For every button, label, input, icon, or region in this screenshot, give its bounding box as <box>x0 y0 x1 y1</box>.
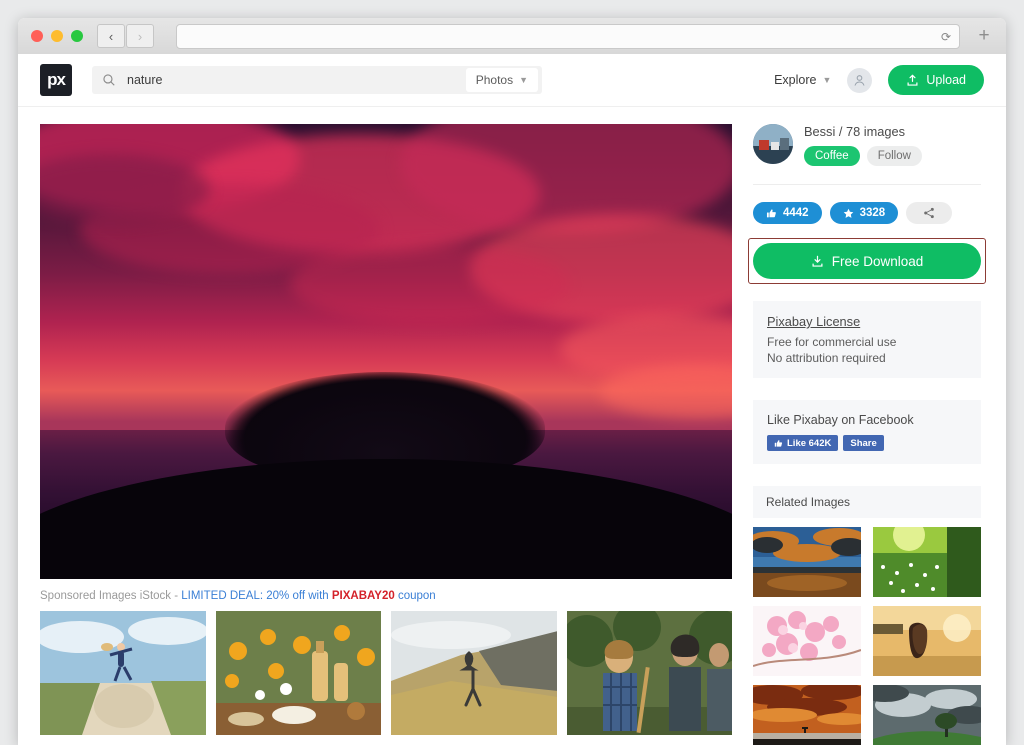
close-window-button[interactable] <box>31 30 43 42</box>
chevron-down-icon: ▼ <box>822 75 832 85</box>
yoga-pose-on-hillside-image <box>391 611 557 735</box>
zoom-window-button[interactable] <box>71 30 83 42</box>
like-count: 4442 <box>783 207 809 219</box>
herbal-oils-and-flowers-image <box>215 611 381 735</box>
deal-suffix: coupon <box>394 590 436 602</box>
explore-label: Explore <box>774 73 817 87</box>
minimize-window-button[interactable] <box>51 30 63 42</box>
upload-button[interactable]: Upload <box>888 65 984 95</box>
related-thumb[interactable] <box>753 685 861 745</box>
sponsored-thumb[interactable] <box>566 611 732 735</box>
facebook-buttons: Like 642K Share <box>767 435 967 451</box>
license-line-2: No attribution required <box>767 351 886 365</box>
explore-menu[interactable]: Explore ▼ <box>774 73 831 87</box>
lone-tree-stormy-sky-image <box>873 685 981 745</box>
follow-button[interactable]: Follow <box>866 146 922 166</box>
sponsored-caption: Sponsored Images iStock - LIMITED DEAL: … <box>40 590 732 602</box>
search-icon <box>103 74 115 86</box>
image-stats: 4442 3328 <box>753 202 981 224</box>
share-icon <box>924 207 934 219</box>
pink-cherry-blossom-image <box>753 606 861 676</box>
pixabay-page: px Photos ▼ Explore ▼ <box>18 54 1006 745</box>
browser-window: ‹ › ⟳ + px Photos ▼ <box>18 18 1006 745</box>
search-bar[interactable]: Photos ▼ <box>92 66 542 94</box>
chevron-down-icon: ▼ <box>519 75 528 85</box>
related-thumb[interactable] <box>753 527 861 597</box>
facebook-panel: Like Pixabay on Facebook Like 642K Share <box>753 400 981 464</box>
uploader-avatar-image <box>753 124 793 164</box>
share-button[interactable] <box>906 202 953 224</box>
license-link[interactable]: Pixabay License <box>767 314 967 329</box>
uploader-name[interactable]: Bessi / 78 images <box>804 124 922 139</box>
woman-jumping-on-beach-path-image <box>40 611 206 735</box>
address-bar[interactable]: ⟳ <box>176 24 960 49</box>
reload-icon[interactable]: ⟳ <box>941 30 951 44</box>
user-icon <box>854 74 865 86</box>
facebook-like-label: Like 642K <box>787 437 832 449</box>
favorite-count: 3328 <box>859 207 886 219</box>
sponsored-thumb[interactable] <box>391 611 557 735</box>
daisy-meadow-sunlight-image <box>873 527 981 597</box>
media-type-label: Photos <box>475 73 514 87</box>
thumbs-up-icon <box>774 439 783 447</box>
sidebar: Bessi / 78 images Coffee Follow 4442 332… <box>748 124 986 745</box>
header-actions: Explore ▼ Upload <box>774 65 984 95</box>
site-header: px Photos ▼ Explore ▼ <box>18 54 1006 107</box>
children-hiking-in-forest-image <box>566 611 732 735</box>
facebook-title: Like Pixabay on Facebook <box>767 413 914 427</box>
related-images-title: Related Images <box>753 486 981 518</box>
highlight-box <box>748 238 986 284</box>
sponsored-thumb[interactable] <box>215 611 381 735</box>
media-type-filter[interactable]: Photos ▼ <box>465 68 538 92</box>
back-button[interactable]: ‹ <box>97 24 125 48</box>
deal-text: LIMITED DEAL: 20% off with <box>181 590 332 602</box>
related-thumb[interactable] <box>753 606 861 676</box>
desktop-background: ‹ › ⟳ + px Photos ▼ <box>0 0 1024 745</box>
orange-cloudy-sunset-image <box>753 685 861 745</box>
uploader-actions: Coffee Follow <box>804 146 922 166</box>
divider <box>753 184 981 185</box>
star-icon <box>843 208 853 218</box>
thumbs-up-icon <box>766 208 776 217</box>
woman-in-golden-field-image <box>873 606 981 676</box>
related-thumb[interactable] <box>873 685 981 745</box>
favorite-button[interactable]: 3328 <box>829 202 899 224</box>
forward-button[interactable]: › <box>126 24 154 48</box>
uploader-text: Bessi / 78 images Coffee Follow <box>804 124 922 166</box>
golden-lake-sunset-image <box>753 527 861 597</box>
account-avatar[interactable] <box>847 67 873 93</box>
sponsored-thumbnails <box>40 611 732 735</box>
coupon-code: PIXABAY20 <box>331 590 395 602</box>
hero-image[interactable] <box>40 124 732 579</box>
sponsored-thumb[interactable] <box>40 611 206 735</box>
related-thumb[interactable] <box>873 606 981 676</box>
upload-icon <box>907 73 918 86</box>
related-thumb[interactable] <box>873 527 981 597</box>
new-tab-button[interactable]: + <box>970 22 998 50</box>
download-area: Free Download <box>748 238 986 284</box>
facebook-like-button[interactable]: Like 642K <box>767 435 839 451</box>
coffee-button[interactable]: Coffee <box>804 146 860 166</box>
uploader-avatar[interactable] <box>753 124 793 164</box>
license-line-1: Free for commercial use <box>767 335 897 349</box>
sponsored-prefix: Sponsored Images iStock - <box>40 590 182 602</box>
related-images-grid <box>753 527 981 745</box>
search-input[interactable] <box>125 72 466 88</box>
navigation-buttons: ‹ › <box>97 24 154 48</box>
upload-label: Upload <box>926 73 966 87</box>
main-column: Sponsored Images iStock - LIMITED DEAL: … <box>40 124 732 745</box>
sponsored-deal-link[interactable]: LIMITED DEAL: 20% off with PIXABAY20 cou… <box>181 590 435 602</box>
pixabay-logo[interactable]: px <box>40 64 72 96</box>
uploader-info: Bessi / 78 images Coffee Follow <box>753 124 981 166</box>
content-columns: Sponsored Images iStock - LIMITED DEAL: … <box>18 107 1006 745</box>
facebook-share-button[interactable]: Share <box>843 435 884 451</box>
license-panel: Pixabay License Free for commercial use … <box>753 301 981 378</box>
browser-chrome: ‹ › ⟳ + <box>18 18 1006 55</box>
like-button[interactable]: 4442 <box>753 202 822 224</box>
window-controls <box>18 30 83 42</box>
